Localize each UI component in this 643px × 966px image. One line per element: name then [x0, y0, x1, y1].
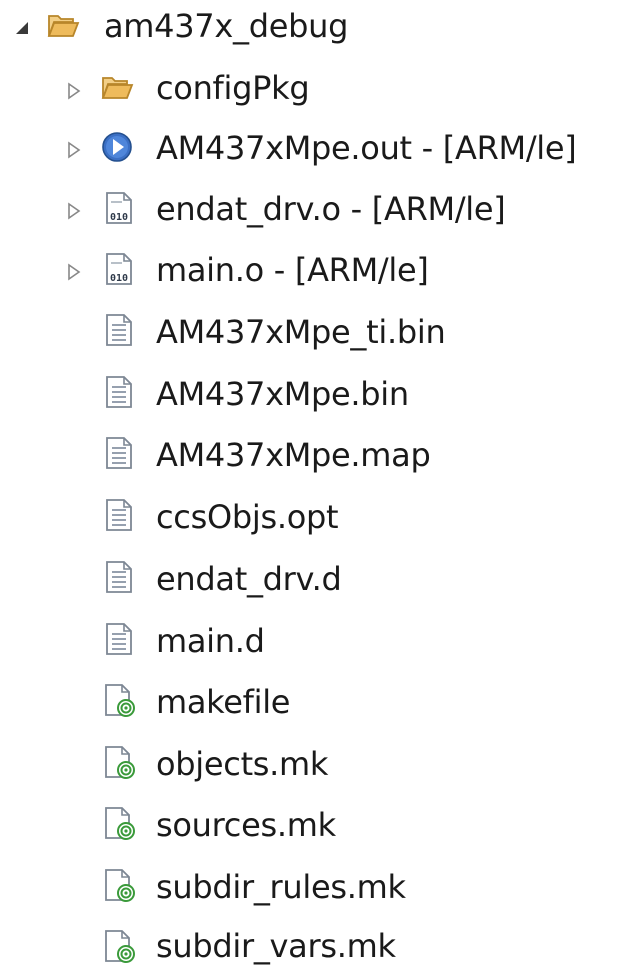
executable-icon [102, 132, 132, 162]
tree-item-file[interactable]: endat_drv.d [0, 551, 643, 613]
tree-item-label: sources.mk [156, 806, 336, 844]
tree-item-file[interactable]: AM437xMpe_ti.bin [0, 304, 643, 366]
tree-item-root[interactable]: am437x_debug [0, 0, 643, 62]
tree-item-object-main[interactable]: 010 main.o - [ARM/le] [0, 242, 643, 304]
tree-item-makefile[interactable]: sources.mk [0, 797, 643, 859]
collapsed-twisty-icon[interactable] [64, 201, 84, 221]
collapsed-twisty-icon[interactable] [64, 262, 84, 282]
binary-object-icon: 010 [106, 253, 132, 285]
text-file-icon [106, 623, 132, 655]
tree-item-file[interactable]: ccsObjs.opt [0, 489, 643, 551]
tree-item-file[interactable]: main.d [0, 613, 643, 675]
folder-open-icon [101, 77, 134, 99]
tree-item-label: endat_drv.d [156, 560, 342, 598]
tree-item-makefile[interactable]: subdir_vars.mk [0, 902, 643, 965]
collapsed-twisty-icon[interactable] [64, 81, 84, 101]
tree-item-label: AM437xMpe.bin [156, 375, 409, 413]
tree-item-file[interactable]: AM437xMpe.bin [0, 366, 643, 428]
tree-item-label: ccsObjs.opt [156, 498, 339, 536]
tree-item-configpkg[interactable]: configPkg [0, 58, 643, 120]
tree-item-makefile[interactable]: objects.mk [0, 736, 643, 798]
collapsed-twisty-icon[interactable] [64, 140, 84, 160]
tree-item-label: objects.mk [156, 745, 329, 783]
tree-item-makefile[interactable]: makefile [0, 674, 643, 736]
tree-item-executable[interactable]: AM437xMpe.out - [ARM/le] [0, 120, 643, 182]
tree-item-label: AM437xMpe_ti.bin [156, 313, 446, 351]
tree-item-label: main.o - [ARM/le] [156, 251, 429, 289]
tree-item-label: configPkg [156, 69, 310, 107]
folder-open-icon [47, 15, 80, 37]
tree-item-label: makefile [156, 683, 291, 721]
tree-item-label: subdir_vars.mk [156, 927, 396, 965]
tree-item-object-endat[interactable]: 010 endat_drv.o - [ARM/le] [0, 180, 643, 242]
tree-item-label: am437x_debug [104, 7, 349, 45]
text-file-icon [106, 499, 132, 531]
tree-item-label: AM437xMpe.map [156, 436, 431, 474]
svg-text:010: 010 [110, 273, 128, 284]
svg-text:010: 010 [110, 212, 128, 223]
text-file-icon [106, 376, 132, 408]
expanded-twisty-icon[interactable] [12, 18, 32, 38]
makefile-icon [105, 684, 135, 717]
makefile-icon [105, 746, 135, 779]
makefile-icon [105, 930, 135, 963]
text-file-icon [106, 314, 132, 346]
binary-object-icon: 010 [106, 192, 132, 224]
tree-item-file[interactable]: AM437xMpe.map [0, 427, 643, 489]
makefile-icon [105, 807, 135, 840]
makefile-icon [105, 869, 135, 902]
text-file-icon [106, 437, 132, 469]
tree-item-label: main.d [156, 622, 265, 660]
tree-item-label: endat_drv.o - [ARM/le] [156, 190, 506, 228]
tree-item-label: subdir_rules.mk [156, 868, 406, 906]
tree-item-label: AM437xMpe.out - [ARM/le] [156, 129, 577, 167]
text-file-icon [106, 561, 132, 593]
project-explorer-tree: am437x_debug configPkg AM437xMpe.out - [… [0, 0, 643, 965]
